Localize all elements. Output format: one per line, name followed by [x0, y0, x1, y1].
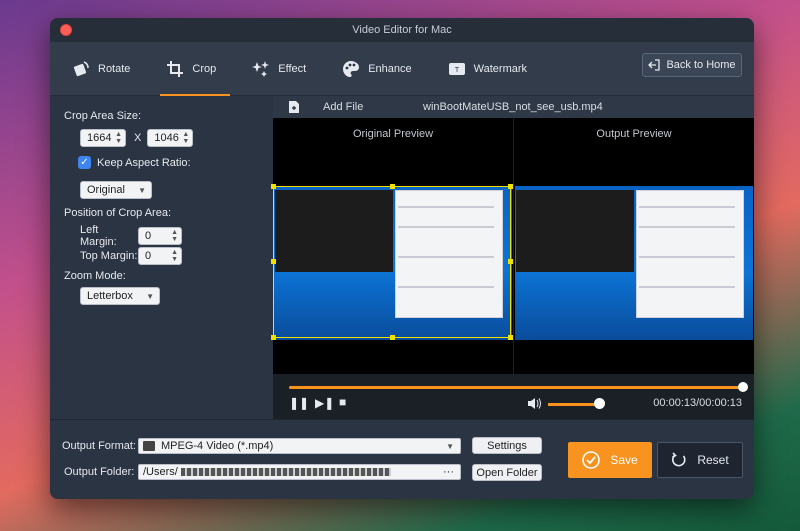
aspect-ratio-value: Original: [87, 184, 125, 196]
tab-rotate-label: Rotate: [98, 62, 131, 75]
check-circle-icon: [582, 451, 601, 469]
output-folder-label: Output Folder:: [64, 466, 135, 478]
step-forward-icon[interactable]: ▶❚: [315, 396, 334, 410]
output-format-select[interactable]: MPEG-4 Video (*.mp4) ▼: [138, 438, 461, 454]
output-folder-value: /Users/: [143, 466, 178, 478]
crop-height-stepper[interactable]: 1046 ▲ ▼: [147, 129, 194, 147]
original-preview-caption: Original Preview: [352, 128, 434, 140]
tab-crop[interactable]: Crop: [160, 42, 231, 96]
output-preview-pane: Output Preview: [514, 118, 754, 374]
stepper-arrows-icon: ▲ ▼: [182, 131, 190, 145]
dialog-window-thumbnail: [395, 190, 503, 318]
top-margin-stepper[interactable]: 0 ▲ ▼: [138, 247, 182, 265]
back-to-home-label: Back to Home: [666, 59, 736, 71]
output-folder-input[interactable]: /Users/ ···: [138, 464, 461, 480]
close-window-button[interactable]: [60, 24, 72, 36]
keep-aspect-label: Keep Aspect Ratio:: [97, 156, 191, 169]
playback-controls: ❚❚ ▶❚ ■ 00:00:13/00:00:13: [273, 388, 754, 419]
chevron-down-icon: ▼: [146, 291, 154, 301]
left-margin-label: Left Margin:: [80, 224, 117, 248]
stepper-arrows-icon: ▲ ▼: [115, 131, 122, 145]
add-file-button[interactable]: Add File: [323, 101, 363, 113]
exit-icon: [648, 59, 661, 71]
video-format-icon: [143, 441, 155, 451]
stepper-arrows-icon: ▲ ▼: [171, 249, 178, 263]
output-preview-caption: Output Preview: [596, 128, 672, 140]
output-panel: Output Format: MPEG-4 Video (*.mp4) ▼ Se…: [50, 419, 754, 499]
reset-icon: [672, 452, 686, 467]
crop-settings-panel: Crop Area Size: 1664 ▲ ▼ X 1046 ▲ ▼ ✓ Keep…: [50, 96, 273, 419]
volume-slider-track[interactable]: [548, 403, 596, 406]
palette-icon: [343, 60, 360, 77]
save-button[interactable]: Save: [568, 442, 652, 478]
zoom-mode-value: Letterbox: [87, 290, 133, 302]
crop-size-separator: X: [134, 132, 142, 144]
keep-aspect-checkbox[interactable]: ✓: [78, 156, 91, 169]
add-file-icon[interactable]: [287, 100, 301, 114]
left-margin-value: 0: [145, 230, 152, 242]
zoom-mode-label: Zoom Mode:: [64, 270, 126, 282]
output-folder-path-hidden: [180, 468, 391, 476]
tab-effect-label: Effect: [278, 62, 307, 75]
stepper-arrows-icon: ▲ ▼: [171, 229, 178, 243]
app-window-thumbnail: [275, 190, 393, 272]
volume-slider-knob[interactable]: [594, 398, 605, 409]
chevron-down-icon: ▼: [138, 185, 146, 195]
left-margin-stepper[interactable]: 0 ▲ ▼: [138, 227, 182, 245]
tab-effect[interactable]: Effect: [246, 42, 320, 96]
dialog-window-thumbnail: [636, 190, 744, 318]
stop-icon[interactable]: ■: [339, 395, 346, 409]
crop-position-label: Position of Crop Area:: [64, 207, 172, 219]
tab-crop-label: Crop: [192, 62, 217, 75]
browse-folder-button[interactable]: ···: [443, 466, 454, 478]
top-margin-label: Top Margin:: [80, 250, 138, 262]
crop-height-value: 1046: [154, 132, 179, 144]
save-label: Save: [610, 453, 638, 467]
file-name: winBootMateUSB_not_see_usb.mp4: [423, 101, 603, 113]
tab-watermark-label: Watermark: [473, 62, 528, 75]
tab-enhance-label: Enhance: [368, 62, 412, 75]
title-bar: Video Editor for Mac: [50, 18, 754, 42]
reset-button[interactable]: Reset: [657, 442, 743, 478]
playback-time: 00:00:13/00:00:13: [653, 397, 742, 409]
sparkle-icon: [252, 60, 270, 77]
preview-area: Add File winBootMateUSB_not_see_usb.mp4 …: [271, 96, 754, 419]
window-title: Video Editor for Mac: [352, 24, 452, 36]
crop-area-size-label: Crop Area Size:: [64, 110, 142, 122]
video-editor-window: Video Editor for Mac Rotate Crop Effect …: [50, 18, 754, 499]
reset-label: Reset: [697, 453, 729, 467]
tab-rotate[interactable]: Rotate: [66, 42, 144, 96]
zoom-mode-select[interactable]: Letterbox ▼: [80, 287, 160, 305]
output-video-frame: [515, 186, 753, 340]
chevron-down-icon: ▼: [446, 441, 454, 451]
pause-icon[interactable]: ❚❚: [289, 396, 309, 410]
watermark-icon: T: [448, 62, 465, 75]
svg-text:T: T: [455, 67, 460, 74]
volume-icon[interactable]: [527, 397, 541, 410]
tool-tabs: Rotate Crop Effect Enhance T Watermark B…: [50, 42, 754, 96]
rotate-icon: [73, 60, 89, 76]
output-format-label: Output Format:: [62, 440, 136, 452]
tab-watermark[interactable]: T Watermark: [442, 42, 541, 96]
back-to-home-button[interactable]: Back to Home: [642, 53, 742, 77]
top-margin-value: 0: [145, 250, 152, 262]
crop-icon: [167, 60, 184, 77]
crop-width-value: 1664: [87, 132, 112, 144]
tab-enhance[interactable]: Enhance: [336, 42, 425, 96]
aspect-ratio-select[interactable]: Original ▼: [80, 181, 152, 199]
output-format-value: MPEG-4 Video (*.mp4): [161, 440, 274, 452]
add-file-bar: Add File winBootMateUSB_not_see_usb.mp4: [273, 96, 754, 118]
original-preview-pane: Original Preview: [271, 118, 513, 374]
open-folder-button[interactable]: Open Folder: [472, 464, 542, 481]
settings-button[interactable]: Settings: [472, 437, 542, 454]
app-window-thumbnail: [516, 190, 634, 272]
crop-width-stepper[interactable]: 1664 ▲ ▼: [80, 129, 126, 147]
original-video-frame: [274, 186, 512, 340]
seek-bar[interactable]: [273, 374, 754, 392]
